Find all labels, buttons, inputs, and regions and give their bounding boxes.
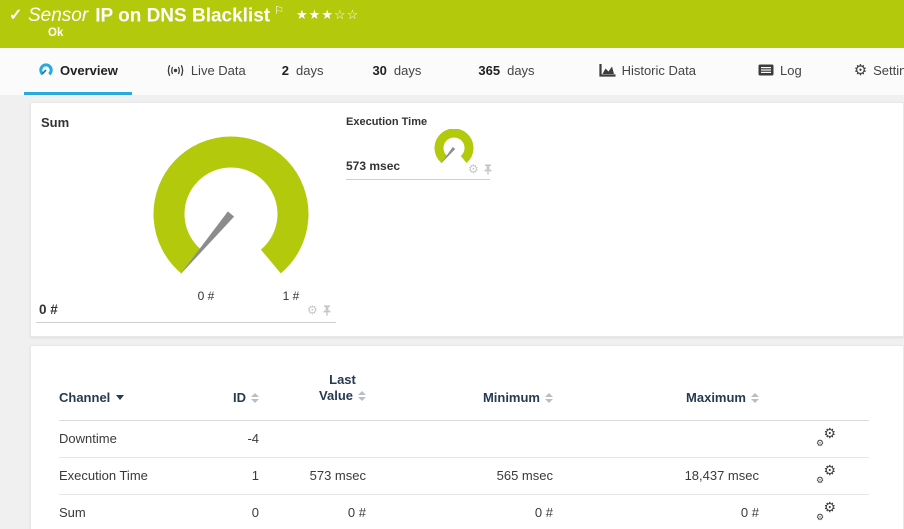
live-signal-icon: [167, 64, 184, 76]
header-maximum[interactable]: Maximum: [553, 346, 759, 421]
channel-id: 1: [199, 457, 259, 495]
gauges-panel: Sum 0 # 1 # 0 # ⚙ Execution Time 573 mse…: [30, 102, 904, 337]
priority-stars[interactable]: ★★★☆☆: [296, 7, 359, 22]
ok-check-icon: ✓: [9, 7, 23, 24]
execution-time-gauge-title: Execution Time: [346, 116, 428, 128]
header-minimum[interactable]: Minimum: [366, 346, 553, 421]
tab-settings[interactable]: ⚙ Settings: [848, 48, 904, 95]
favorite-flag-icon[interactable]: ⚐: [274, 5, 284, 17]
gear-icon: ⚙: [853, 61, 868, 79]
status-badge: Ok: [48, 27, 64, 39]
tab-label: Live Data: [190, 62, 246, 78]
sensor-name: IP on DNS Blacklist: [95, 5, 271, 27]
sort-icon: [545, 392, 553, 403]
sum-gauge-title: Sum: [41, 115, 70, 130]
pin-icon[interactable]: [322, 304, 332, 316]
channel-name[interactable]: Downtime: [59, 420, 199, 458]
sort-icon: [358, 391, 366, 402]
tab-log[interactable]: Log: [752, 48, 808, 95]
channel-name[interactable]: Sum: [59, 494, 199, 529]
sum-current-value: 0 #: [39, 302, 58, 317]
tab-label: days: [295, 62, 324, 78]
sensor-status-banner: ✓ Sensor IP on DNS Blacklist ⚐ ★★★☆☆ Ok: [0, 0, 904, 48]
log-list-icon: [758, 64, 774, 76]
page-title: Sensor IP on DNS Blacklist ⚐ ★★★☆☆: [28, 4, 359, 27]
sort-icon: [751, 392, 759, 403]
channel-settings-icon[interactable]: ⚙ ⚙: [816, 426, 836, 448]
sum-gauge-min-label: 0 #: [197, 289, 215, 303]
execution-time-controls: ⚙: [468, 163, 493, 175]
channel-settings-icon[interactable]: ⚙ ⚙: [816, 500, 836, 522]
tab-number: 365: [478, 62, 501, 78]
tab-30-days[interactable]: 30 days: [366, 48, 427, 95]
tab-bar: Overview Live Data 2 days 30 days 365 da…: [0, 48, 904, 95]
channel-maximum: 18,437 msec: [553, 457, 759, 495]
sum-gauge-max-label: 1 #: [282, 289, 300, 303]
pin-icon[interactable]: [483, 163, 493, 175]
tab-365-days[interactable]: 365 days: [472, 48, 540, 95]
channel-maximum: [553, 420, 759, 458]
tab-number: 30: [372, 62, 387, 78]
tab-historic-data[interactable]: Historic Data: [593, 48, 702, 95]
header-label: Value: [319, 388, 353, 404]
table-row: Sum 0 0 # 0 # 0 # ⚙ ⚙: [59, 494, 869, 529]
gear-icon[interactable]: ⚙: [307, 304, 318, 316]
table-row: Execution Time 1 573 msec 565 msec 18,43…: [59, 457, 869, 495]
sum-gauge-controls: ⚙: [307, 304, 332, 316]
chart-icon: [598, 63, 616, 77]
channel-name[interactable]: Execution Time: [59, 457, 199, 495]
tab-label: Log: [779, 62, 802, 78]
tab-label: Settings: [873, 62, 904, 78]
header-label: Channel: [59, 389, 111, 405]
tab-label: Historic Data: [621, 62, 696, 78]
channel-minimum: 0 #: [366, 494, 553, 529]
channel-last-value: 573 msec: [259, 457, 366, 495]
gauge-icon: [39, 63, 53, 76]
tab-label: days: [507, 62, 535, 78]
channels-panel: Channel ID Last Value Minimum Maximum Dow…: [30, 345, 904, 529]
channel-minimum: 565 msec: [366, 457, 553, 495]
channel-settings-icon[interactable]: ⚙ ⚙: [816, 463, 836, 485]
header-actions: [759, 346, 869, 421]
header-id[interactable]: ID: [199, 346, 259, 421]
header-label: Minimum: [482, 389, 540, 405]
execution-time-divider: [346, 179, 490, 180]
channels-table: Channel ID Last Value Minimum Maximum Dow…: [59, 346, 869, 529]
sensor-type-label: Sensor: [28, 5, 89, 27]
channel-last-value: 0 #: [259, 494, 366, 529]
tab-label: Overview: [60, 62, 118, 78]
gear-icon[interactable]: ⚙: [468, 163, 479, 175]
header-label: Maximum: [686, 389, 746, 405]
channel-maximum: 0 #: [553, 494, 759, 529]
header-last-value[interactable]: Last Value: [259, 346, 366, 421]
header-channel[interactable]: Channel: [59, 346, 199, 421]
execution-time-value: 573 msec: [346, 159, 401, 173]
table-header-row: Channel ID Last Value Minimum Maximum: [59, 346, 869, 421]
tab-number: 2: [281, 62, 289, 78]
tab-live-data[interactable]: Live Data: [160, 48, 252, 95]
channel-last-value: [259, 420, 366, 458]
channel-id: 0: [199, 494, 259, 529]
channel-minimum: [366, 420, 553, 458]
tab-label: days: [393, 62, 422, 78]
header-label: ID: [233, 389, 246, 405]
channel-id: -4: [199, 420, 259, 458]
sum-divider: [36, 322, 336, 323]
table-row: Downtime -4 ⚙ ⚙: [59, 420, 869, 458]
tab-overview[interactable]: Overview: [24, 48, 132, 95]
tab-2-days[interactable]: 2 days: [276, 48, 330, 95]
header-label: Last: [329, 372, 356, 387]
sort-icon: [251, 392, 259, 403]
sum-gauge: [153, 136, 309, 276]
sort-desc-caret-icon: [116, 394, 125, 400]
